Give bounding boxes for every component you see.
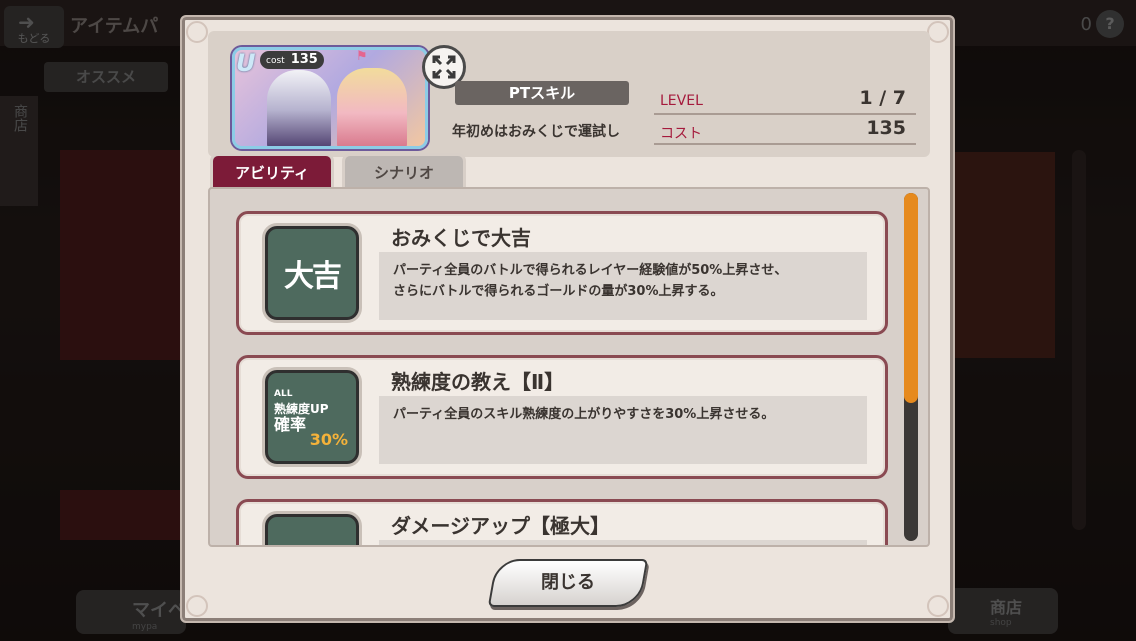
pt-skill-label: PTスキル <box>455 81 629 105</box>
cost-value: 135 <box>866 117 906 139</box>
ability-description: パーティ全員のスキル熟練度の上がりやすさを30%上昇させる。 <box>379 396 867 464</box>
rarity-badge: U <box>236 49 256 77</box>
ability-title: 熟練度の教え【Ⅱ】 <box>391 370 565 394</box>
cost-label: コスト <box>660 126 702 142</box>
tab-ability[interactable]: アビリティ <box>210 153 334 189</box>
ability-description: パーティ全員のバトルで得られるレイヤー経験値が50%上昇させ、 さらにバトルで得… <box>379 252 867 320</box>
ability-icon-text: 30% <box>309 430 348 449</box>
ability-item: ALL 熟練度UP 確率 30% 熟練度の教え【Ⅱ】 パーティ全員のスキル熟練度… <box>236 355 888 479</box>
ability-icon-text: ALL <box>274 389 293 399</box>
character-figure <box>267 70 331 146</box>
ability-desc-line: さらにバトルで得られるゴールドの量が30%上昇する。 <box>393 284 724 299</box>
close-button[interactable]: 閉じる <box>487 559 649 607</box>
ability-desc-line: パーティ全員のバトルで得られるレイヤー経験値が50%上昇させ、 <box>393 263 788 278</box>
card-cost-label: cost <box>266 56 285 66</box>
ability-title: おみくじで大吉 <box>391 226 531 250</box>
corner-ornament-icon <box>927 21 949 43</box>
level-value: 1 / 7 <box>859 87 906 109</box>
ability-icon-text: 確率 <box>274 415 307 434</box>
tab-scenario[interactable]: シナリオ <box>342 153 466 189</box>
rank-badge-icon: ⚑ <box>356 49 368 64</box>
level-row: LEVEL 1 / 7 <box>654 87 916 115</box>
scrollbar[interactable] <box>904 193 918 541</box>
daikichi-icon: 大吉 <box>265 226 359 320</box>
ability-desc-line: パーティ全員のスキル熟練度の上がりやすさを30%上昇させる。 <box>393 407 775 422</box>
card-cost-tag: cost 135 <box>260 51 324 69</box>
close-label: 閉じる <box>541 572 595 593</box>
expand-icon <box>432 55 456 79</box>
corner-ornament-icon <box>186 21 208 43</box>
proficiency-up-icon: ALL 熟練度UP 確率 30% <box>265 370 359 464</box>
card-cost-value: 135 <box>290 52 318 67</box>
damage-up-icon <box>265 514 359 545</box>
pt-skill-name: 年初めはおみくじで運試し <box>452 124 620 140</box>
cost-row: コスト 135 <box>654 117 916 145</box>
ability-icon-text: 大吉 <box>284 259 342 294</box>
character-figure <box>337 68 407 146</box>
scrollbar-thumb[interactable] <box>904 193 918 403</box>
ability-item: 大吉 おみくじで大吉 パーティ全員のバトルで得られるレイヤー経験値が50%上昇さ… <box>236 211 888 335</box>
ability-item: ダメージアップ【極大】 <box>236 499 888 545</box>
corner-ornament-icon <box>927 595 949 617</box>
ability-list[interactable]: 大吉 おみくじで大吉 パーティ全員のバトルで得られるレイヤー経験値が50%上昇さ… <box>208 187 930 547</box>
skill-header: U cost 135 ⚑ PTスキル 年初めはおみくじで運試し LEVEL 1 /… <box>208 31 930 157</box>
ability-title: ダメージアップ【極大】 <box>391 514 610 538</box>
skill-detail-modal: U cost 135 ⚑ PTスキル 年初めはおみくじで運試し LEVEL 1 /… <box>180 15 955 623</box>
corner-ornament-icon <box>186 595 208 617</box>
level-label: LEVEL <box>660 93 703 109</box>
ability-description <box>379 540 867 545</box>
